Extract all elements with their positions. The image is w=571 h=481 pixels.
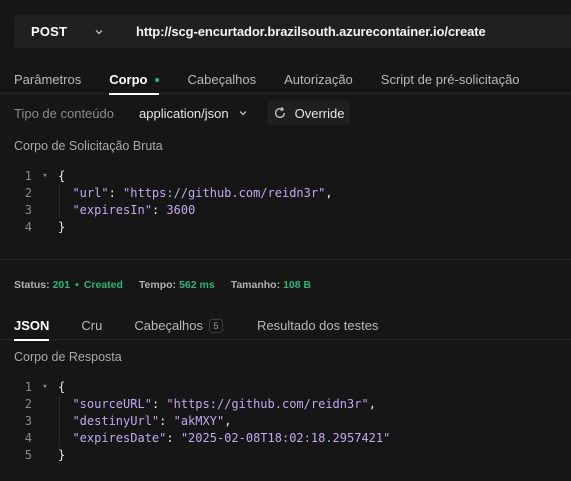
content-type-select[interactable]: application/json: [139, 106, 249, 121]
tab-corpo[interactable]: Corpo: [95, 66, 173, 95]
json-key: "expiresIn": [72, 202, 152, 217]
tab-label: Cru: [81, 318, 103, 333]
tab-response-cabecalhos[interactable]: Cabeçalhos 5: [120, 312, 237, 340]
status-separator: •: [75, 279, 79, 291]
chevron-down-icon: [95, 29, 103, 34]
line-number: 3: [24, 413, 32, 428]
content-type-value: application/json: [139, 105, 229, 121]
tab-json[interactable]: JSON: [0, 312, 63, 341]
method-label: POST: [31, 24, 68, 39]
tab-label: Cabeçalhos: [187, 72, 257, 87]
fold-arrow-icon[interactable]: ▾: [32, 171, 58, 181]
json-value: 3600: [166, 202, 196, 217]
tab-label: Cabeçalhos: [134, 318, 204, 333]
json-key: "url": [72, 185, 109, 200]
status-code: 201: [52, 279, 71, 291]
code-line: 5 }: [0, 446, 571, 463]
request-body-title: Corpo de Solicitação Bruta: [14, 139, 163, 153]
line-number: 2: [24, 396, 32, 411]
tab-cru[interactable]: Cru: [63, 312, 120, 340]
tab-resultado-testes[interactable]: Resultado dos testes: [237, 312, 392, 340]
chevron-down-icon: [239, 111, 247, 116]
tab-label: JSON: [14, 318, 50, 333]
url-text: http://scg-encurtador.brazilsouth.azurec…: [136, 24, 486, 39]
api-client-window: POST http://scg-encurtador.brazilsouth.a…: [0, 0, 571, 481]
size-value: 108 B: [283, 279, 312, 291]
code-line: 1 ▾ {: [0, 378, 571, 395]
tab-autorizacao[interactable]: Autorização: [270, 66, 367, 94]
content-type-label: Tipo de conteúdo: [14, 105, 114, 121]
json-key: "destinyUrl": [72, 413, 160, 428]
pane-divider[interactable]: [0, 259, 571, 260]
header-count-badge: 5: [209, 318, 224, 333]
tab-label: Script de pré-solicitação: [380, 72, 520, 87]
time-value: 562 ms: [179, 279, 215, 291]
url-input[interactable]: http://scg-encurtador.brazilsouth.azurec…: [124, 15, 571, 48]
code-line: 3 "expiresIn": 3600: [0, 201, 571, 218]
json-value: "https://github.com/reidn3r": [166, 396, 369, 411]
line-number: 5: [24, 447, 32, 462]
tab-label: Corpo: [109, 72, 148, 87]
json-value: "https://github.com/reidn3r": [123, 185, 326, 200]
content-type-row: Tipo de conteúdo application/json Overri…: [14, 101, 351, 125]
override-button[interactable]: Override: [266, 101, 351, 125]
tab-label: Resultado dos testes: [257, 318, 379, 333]
json-key: "sourceURL": [72, 396, 152, 411]
code-line: 2 "sourceURL": "https://github.com/reidn…: [0, 395, 571, 412]
response-tabs: JSON Cru Cabeçalhos 5 Resultado dos test…: [0, 312, 571, 341]
request-body-editor[interactable]: 1 ▾ { 2 "url": "https://github.com/reidn…: [0, 167, 571, 235]
json-brace: {: [58, 379, 66, 394]
json-brace: }: [58, 447, 66, 462]
status-text: Created: [83, 279, 123, 291]
response-body-title: Corpo de Resposta: [14, 350, 122, 364]
request-url-bar: POST http://scg-encurtador.brazilsouth.a…: [14, 15, 571, 48]
code-line: 1 ▾ {: [0, 167, 571, 184]
line-number: 2: [24, 185, 32, 200]
json-value: "akMXY": [173, 413, 225, 428]
code-line: 4 }: [0, 218, 571, 235]
tab-label: Parâmetros: [14, 72, 82, 87]
line-number: 1: [24, 168, 32, 183]
size-label: Tamanho:: [230, 279, 281, 291]
request-tabs: Parâmetros Corpo Cabeçalhos Autorização …: [0, 66, 571, 95]
code-line: 3 "destinyUrl": "akMXY",: [0, 412, 571, 429]
tab-script-pre-solicitacao[interactable]: Script de pré-solicitação: [367, 66, 534, 94]
json-value: "2025-02-08T18:02:18.2957421": [180, 430, 391, 445]
line-number: 3: [24, 202, 32, 217]
fold-arrow-icon[interactable]: ▾: [32, 382, 58, 392]
tab-label: Autorização: [284, 72, 353, 87]
method-select[interactable]: POST: [14, 15, 124, 48]
modified-dot-icon: [155, 77, 160, 82]
time-label: Tempo:: [138, 279, 177, 291]
code-line: 4 "expiresDate": "2025-02-08T18:02:18.29…: [0, 429, 571, 446]
tab-cabecalhos[interactable]: Cabeçalhos: [173, 66, 270, 94]
refresh-icon: [274, 107, 285, 119]
code-line: 2 "url": "https://github.com/reidn3r",: [0, 184, 571, 201]
tab-parametros[interactable]: Parâmetros: [0, 66, 95, 94]
line-number: 4: [24, 219, 32, 234]
response-status-bar: Status: 201 • Created Tempo: 562 ms Tama…: [14, 278, 311, 292]
line-number: 4: [24, 430, 32, 445]
json-key: "expiresDate": [72, 430, 167, 445]
override-label: Override: [294, 105, 345, 121]
status-label: Status:: [14, 279, 50, 291]
json-brace: }: [58, 219, 66, 234]
line-number: 1: [24, 379, 32, 394]
response-body-editor[interactable]: 1 ▾ { 2 "sourceURL": "https://github.com…: [0, 378, 571, 463]
json-brace: {: [58, 168, 66, 183]
